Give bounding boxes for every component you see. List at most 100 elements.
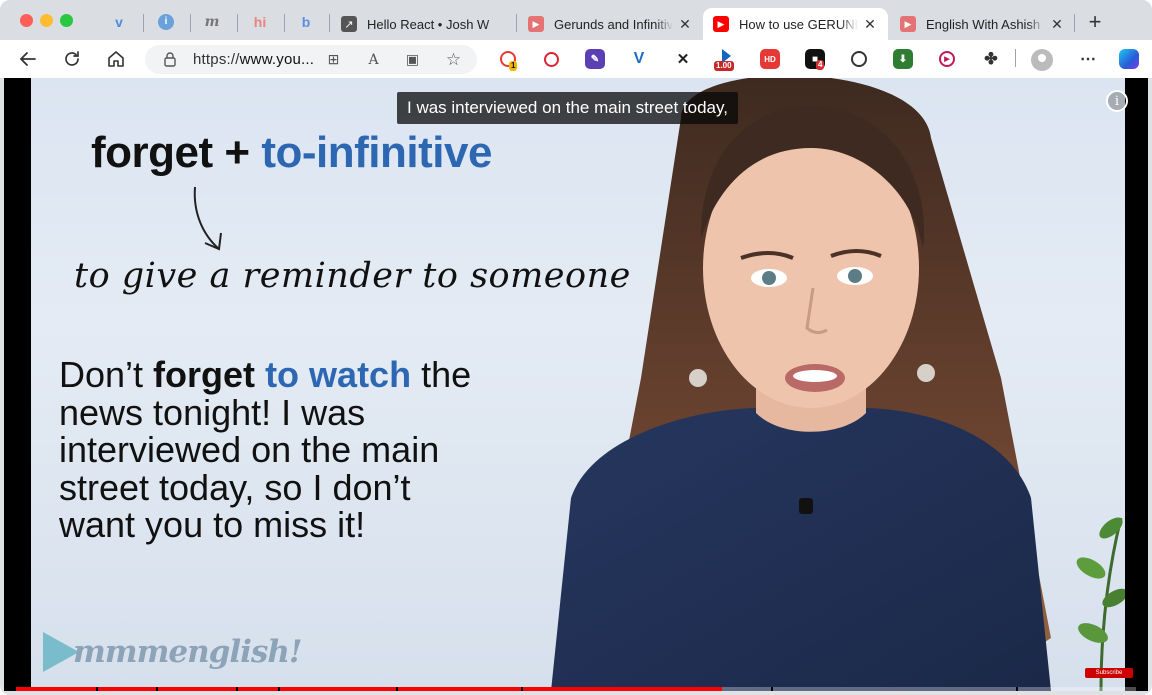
picture-in-picture-icon[interactable]: ▣	[403, 50, 422, 69]
counter-badge: 4	[816, 60, 825, 70]
copilot-button[interactable]	[1119, 49, 1139, 69]
extension-video-loop-button[interactable]	[849, 49, 869, 69]
extension-counter-button[interactable]: ■ 4	[805, 49, 825, 70]
toolbar-separator	[1015, 49, 1016, 67]
puzzle-icon: ✤	[984, 51, 998, 68]
magnifier-icon	[543, 51, 559, 67]
extension-v-button[interactable]: V	[629, 49, 649, 69]
tab-hello-react[interactable]: ↗ Hello React • Josh W	[331, 8, 516, 40]
example-verb: forget	[153, 354, 256, 395]
download-icon: ⬇	[898, 53, 908, 65]
minimize-window-button[interactable]	[40, 14, 53, 27]
youtube-icon: ▶	[713, 16, 729, 32]
read-aloud-icon[interactable]: A	[364, 50, 383, 69]
close-tab-icon[interactable]: ✕	[862, 16, 878, 33]
chapter-marker	[396, 687, 398, 691]
loop-icon	[851, 51, 867, 67]
hd-icon: HD	[764, 54, 776, 64]
presenter-image	[551, 78, 1051, 691]
pinned-tab-info[interactable]: i	[156, 12, 176, 32]
tab-separator	[1074, 14, 1075, 32]
home-button[interactable]	[105, 48, 127, 70]
progress-played	[16, 687, 722, 691]
extension-play-button[interactable]: ▶	[937, 49, 957, 69]
tab-title: Gerunds and Infinitive	[554, 16, 673, 32]
video-caption: I was interviewed on the main street tod…	[397, 92, 738, 124]
close-window-button[interactable]	[20, 14, 33, 27]
youtube-icon: ▶	[900, 16, 916, 32]
subscribe-watermark[interactable]: Subscribe	[1085, 668, 1133, 678]
address-bar[interactable]: https://www.you... ⊞ A ▣ ☆	[145, 45, 477, 74]
home-icon	[108, 51, 124, 67]
example-rest: the	[411, 354, 472, 395]
play-circle-icon: ▶	[939, 51, 955, 67]
url-text[interactable]: https://www.you...	[193, 51, 314, 68]
example-pre: Don’t	[59, 354, 154, 395]
pinned-tab-v[interactable]: v	[109, 12, 129, 32]
extension-tools-button[interactable]: ✕	[673, 49, 693, 69]
profile-avatar[interactable]	[1031, 49, 1053, 71]
pinned-tab-hi[interactable]: hi	[250, 12, 270, 32]
extension-search-button[interactable]	[541, 49, 561, 69]
example-line-2: news tonight! I was	[59, 391, 366, 433]
extension-hd-button[interactable]: HD	[760, 49, 780, 69]
chapter-marker	[156, 687, 158, 691]
tab-english-with-ashish[interactable]: ▶ English With Ashish ✕	[890, 8, 1075, 40]
tab-gerunds-infinitives[interactable]: ▶ Gerunds and Infinitive ✕	[518, 8, 703, 40]
extension-download-button[interactable]: ⬇	[893, 49, 913, 69]
example-line-1: Don’t forget to watch the	[59, 356, 599, 394]
tab-title: Hello React • Josh W	[367, 16, 490, 32]
chapter-marker	[521, 687, 523, 691]
plant-image	[1076, 517, 1125, 691]
reload-button[interactable]	[61, 48, 83, 70]
favorite-star-icon[interactable]: ☆	[444, 50, 463, 69]
pinned-tab-b[interactable]: b	[296, 12, 316, 32]
url-scheme: https://	[193, 51, 240, 68]
extension-notes-button[interactable]: ✎	[585, 49, 605, 69]
slide-heading: forget + to-infinitive	[91, 128, 492, 178]
example-line-3: interviewed on the main	[59, 429, 440, 470]
new-tab-button[interactable]: +	[1085, 11, 1105, 33]
close-tab-icon[interactable]: ✕	[1049, 16, 1065, 33]
crossed-tools-icon: ✕	[676, 51, 690, 68]
pinned-tab-m[interactable]: m	[202, 12, 222, 32]
close-tab-icon[interactable]: ✕	[677, 16, 693, 33]
chapter-marker	[771, 687, 773, 691]
extensions-menu-button[interactable]: ✤	[981, 49, 1001, 69]
tab-separator	[237, 14, 238, 32]
tab-title: English With Ashish	[926, 16, 1041, 32]
extension-record-button[interactable]: 1	[498, 49, 518, 71]
tab-strip: v i m hi b ↗ Hello React • Josh W ▶ Geru…	[0, 0, 1152, 42]
info-circle-icon: i	[158, 14, 174, 30]
apps-icon[interactable]: ⊞	[324, 50, 343, 69]
tab-separator	[143, 14, 144, 32]
info-icon[interactable]: i	[1106, 90, 1128, 112]
chapter-marker	[278, 687, 280, 691]
video-progress-bar[interactable]	[16, 687, 1136, 691]
tab-how-to-use-gerunds[interactable]: ▶ How to use GERUNDS ✕	[703, 8, 888, 40]
back-button[interactable]	[17, 48, 39, 70]
video-player[interactable]: forget + to-infinitive to give a reminde…	[4, 78, 1148, 691]
lesson-slide: forget + to-infinitive to give a reminde…	[31, 78, 1125, 691]
extension-playback-speed-button[interactable]: 1.00	[714, 49, 736, 71]
url-host: www.you...	[239, 51, 315, 68]
example-line-4: street today, so I don’t	[59, 466, 411, 508]
v-logo-icon: V	[633, 50, 645, 67]
heading-verb: forget	[91, 128, 213, 177]
maximize-window-button[interactable]	[60, 14, 73, 27]
tab-separator	[190, 14, 191, 32]
browser-window: v i m hi b ↗ Hello React • Josh W ▶ Geru…	[0, 0, 1152, 695]
example-infinitive: to watch	[265, 354, 412, 395]
example-sentence: Don’t forget to watch the news tonight! …	[59, 356, 599, 544]
reload-icon	[65, 51, 79, 66]
back-arrow-icon	[19, 52, 36, 66]
more-dots-icon: ⋯	[1080, 51, 1096, 68]
more-menu-button[interactable]: ⋯	[1078, 49, 1098, 69]
tab-title: How to use GERUNDS	[739, 16, 858, 32]
chapter-marker	[96, 687, 98, 691]
arrow-icon: ↗	[341, 16, 357, 32]
channel-logo: mmmenglish!	[43, 632, 302, 672]
lock-icon[interactable]	[162, 51, 178, 67]
browser-toolbar: https://www.you... ⊞ A ▣ ☆ 1 ✎ V ✕ 1.00 …	[0, 40, 1152, 78]
logo-wordmark: mmmenglish!	[73, 634, 302, 670]
